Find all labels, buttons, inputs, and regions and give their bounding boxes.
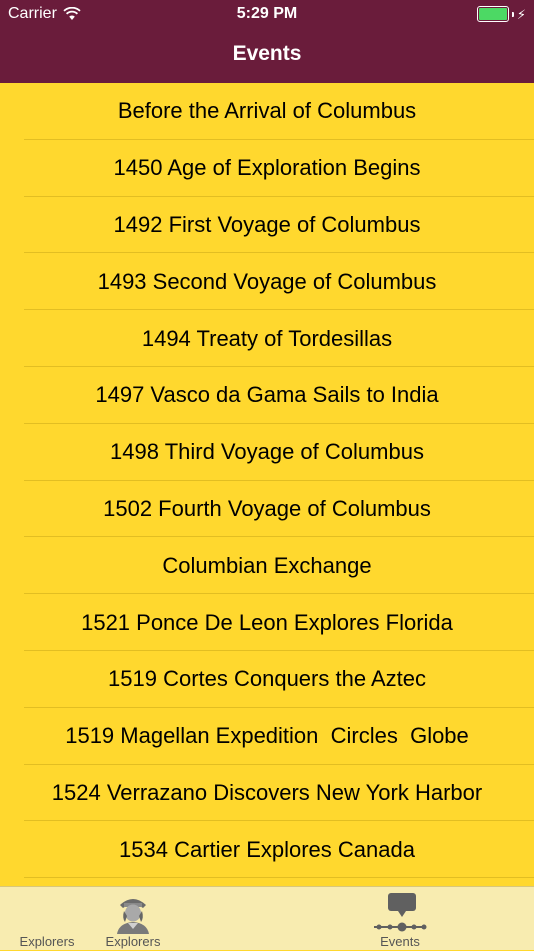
event-list-item[interactable]: 1450 Age of Exploration Begins [0,140,534,197]
tab-explorers-text[interactable]: Explorers [10,887,84,951]
tab-label: Events [380,934,420,949]
event-list-item[interactable]: 1498 Third Voyage of Columbus [0,424,534,481]
battery-level [478,8,507,20]
tab-explorers[interactable]: Explorers [95,887,171,951]
tab-label: Explorers [105,934,161,949]
tab-events[interactable]: Events [366,887,434,951]
event-list-item[interactable]: 1494 Treaty of Tordesillas [0,310,534,367]
status-time: 5:29 PM [236,5,298,22]
event-list-item[interactable]: 1497 Vasco da Gama Sails to India [0,367,534,424]
charging-bolt-icon: ⚡ [516,6,526,22]
events-list: Before the Arrival of Columbus 1450 Age … [0,83,534,878]
event-list-item[interactable]: Before the Arrival of Columbus [0,83,534,140]
event-list-item[interactable]: 1492 First Voyage of Columbus [0,197,534,254]
explorer-portrait-icon [117,899,149,934]
event-list-item[interactable]: 1502 Fourth Voyage of Columbus [0,481,534,538]
event-list-item[interactable]: 1519 Cortes Conquers the Aztec [0,651,534,708]
event-list-item[interactable]: 1521 Ponce De Leon Explores Florida [0,594,534,651]
page-title: Events [232,42,302,65]
event-list-item[interactable]: Columbian Exchange [0,537,534,594]
battery-icon [476,6,509,22]
timeline-icon [374,893,427,932]
tab-bar: Explorers Explorers Events [0,886,534,950]
battery-tip [511,11,514,17]
tab-label: Explorers [19,934,75,949]
event-list-item[interactable]: 1524 Verrazano Discovers New York Harbor [0,765,534,822]
event-list-item[interactable]: 1519 Magellan Expedition Circles Globe [0,708,534,765]
event-list-item[interactable]: 1493 Second Voyage of Columbus [0,253,534,310]
event-list-item[interactable]: 1534 Cartier Explores Canada [0,821,534,878]
status-bar: Carrier 5:29 PM ⚡ [0,0,534,28]
navigation-header: Carrier 5:29 PM ⚡ Events [0,0,534,83]
battery-indicator: ⚡ [476,6,526,22]
